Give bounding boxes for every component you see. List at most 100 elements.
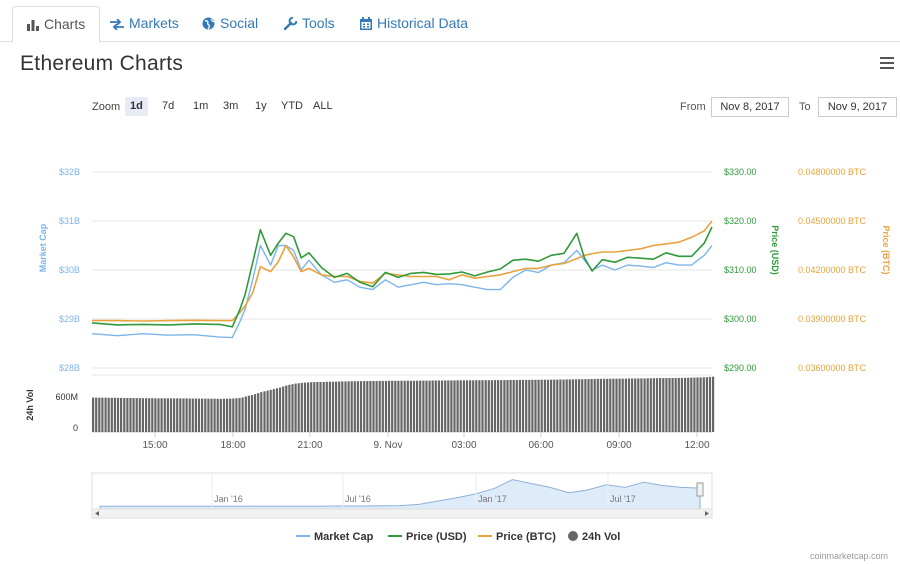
volume-bar: [515, 380, 518, 432]
volume-bar: [141, 398, 144, 432]
volume-bar: [338, 381, 341, 432]
volume-bar: [599, 378, 602, 432]
volume-bar: [634, 378, 637, 432]
market-cap-axis-title: Market Cap: [38, 223, 48, 272]
price-btc-tick-label: 0.04200000 BTC: [798, 265, 867, 275]
volume-bar: [559, 379, 562, 432]
volume-bar: [335, 381, 338, 432]
volume-bar: [191, 398, 194, 432]
volume-bar: [596, 378, 599, 432]
volume-bar: [341, 381, 344, 432]
volume-bar: [297, 383, 300, 432]
volume-bar: [325, 381, 328, 432]
volume-bar: [469, 380, 472, 432]
volume-bar: [378, 380, 381, 432]
volume-bar: [241, 397, 244, 432]
volume-bar: [391, 380, 394, 432]
navigator-handle: [696, 482, 704, 497]
volume-tick-label: 600M: [55, 392, 78, 402]
legend-market-cap[interactable]: Market Cap: [296, 531, 373, 543]
navigator[interactable]: Jan '16 Jul '16 Jan '17 Jul '17: [91, 472, 713, 519]
volume-bar: [687, 377, 690, 432]
volume-bar: [503, 380, 506, 432]
volume-bar: [101, 397, 104, 432]
volume-bar: [659, 378, 662, 432]
volume-bar: [609, 378, 612, 432]
navigator-tick-label: Jan '17: [478, 494, 507, 504]
volume-bar: [674, 378, 677, 432]
volume-bar: [222, 398, 226, 432]
volume-bar: [506, 380, 509, 432]
volume-bar: [409, 380, 412, 432]
volume-bar: [372, 381, 375, 432]
volume-bar: [148, 398, 151, 432]
volume-bar: [571, 379, 574, 432]
volume-tick-label: 0: [73, 423, 78, 433]
volume-bar: [646, 378, 649, 432]
volume-bar: [307, 382, 310, 432]
x-tick-label: 12:00: [684, 440, 709, 451]
volume-bar: [590, 379, 593, 432]
legend-price-usd[interactable]: Price (USD): [388, 531, 467, 543]
legend-price-btc[interactable]: Price (BTC): [478, 531, 556, 543]
volume-bar: [640, 378, 643, 432]
volume-bar: [631, 378, 634, 432]
volume-bar: [356, 381, 359, 432]
volume-bar: [229, 398, 232, 432]
volume-bar: [574, 379, 578, 432]
volume-bar: [123, 398, 126, 432]
volume-bar: [550, 379, 553, 432]
volume-bar: [528, 379, 531, 432]
x-tick-label: 06:00: [528, 440, 553, 451]
volume-bar: [459, 380, 462, 432]
volume-bar: [712, 376, 715, 432]
volume-bar: [456, 380, 459, 432]
volume-bar: [680, 377, 683, 432]
price-usd-tick-label: $330.00: [724, 167, 757, 177]
volume-bar: [624, 378, 627, 432]
legend-24h-vol[interactable]: 24h Vol: [568, 531, 620, 543]
volume-bar: [254, 394, 257, 432]
volume-bar: [419, 380, 422, 432]
volume-bar: [668, 378, 671, 432]
volume-bar: [500, 380, 503, 432]
volume-bar: [216, 398, 219, 432]
volume-bar: [157, 398, 160, 432]
x-tick-label: 03:00: [451, 440, 476, 451]
market-cap-tick-label: $28B: [59, 363, 80, 373]
volume-bar: [708, 376, 712, 432]
volume-bar: [188, 398, 191, 432]
chart-legend: Market Cap Price (USD) Price (BTC) 24h V…: [0, 531, 900, 547]
volume-bar: [534, 379, 537, 432]
volume-bar: [394, 380, 397, 432]
volume-bar: [440, 380, 444, 432]
volume-bar: [104, 397, 107, 432]
volume-bar: [425, 380, 428, 432]
volume-bar: [447, 380, 450, 432]
volume-bar: [699, 377, 702, 432]
navigator-tick-label: Jan '16: [214, 494, 243, 504]
price-usd-axis-title: Price (USD): [770, 225, 780, 275]
price-usd-tick-label: $290.00: [724, 363, 757, 373]
volume-bar: [388, 380, 391, 432]
volume-bar: [475, 380, 478, 432]
price-btc-axis-title: Price (BTC): [881, 225, 891, 274]
volume-bar: [163, 398, 166, 432]
volume-bar: [652, 378, 655, 432]
volume-bar: [182, 398, 185, 432]
volume-bar: [169, 398, 173, 432]
navigator-tick-label: Jul '16: [345, 494, 371, 504]
volume-bar: [179, 398, 182, 432]
volume-bar: [375, 381, 378, 432]
volume-bar: [313, 382, 316, 432]
volume-bar: [487, 380, 490, 432]
volume-bar: [543, 379, 546, 432]
volume-bar: [300, 382, 303, 432]
volume-bar: [562, 379, 565, 432]
volume-bar: [565, 379, 568, 432]
volume-bar: [603, 378, 606, 432]
volume-bar: [606, 378, 609, 432]
volume-bar: [151, 398, 154, 432]
volume-bar: [450, 380, 453, 432]
volume-bar: [637, 378, 640, 432]
